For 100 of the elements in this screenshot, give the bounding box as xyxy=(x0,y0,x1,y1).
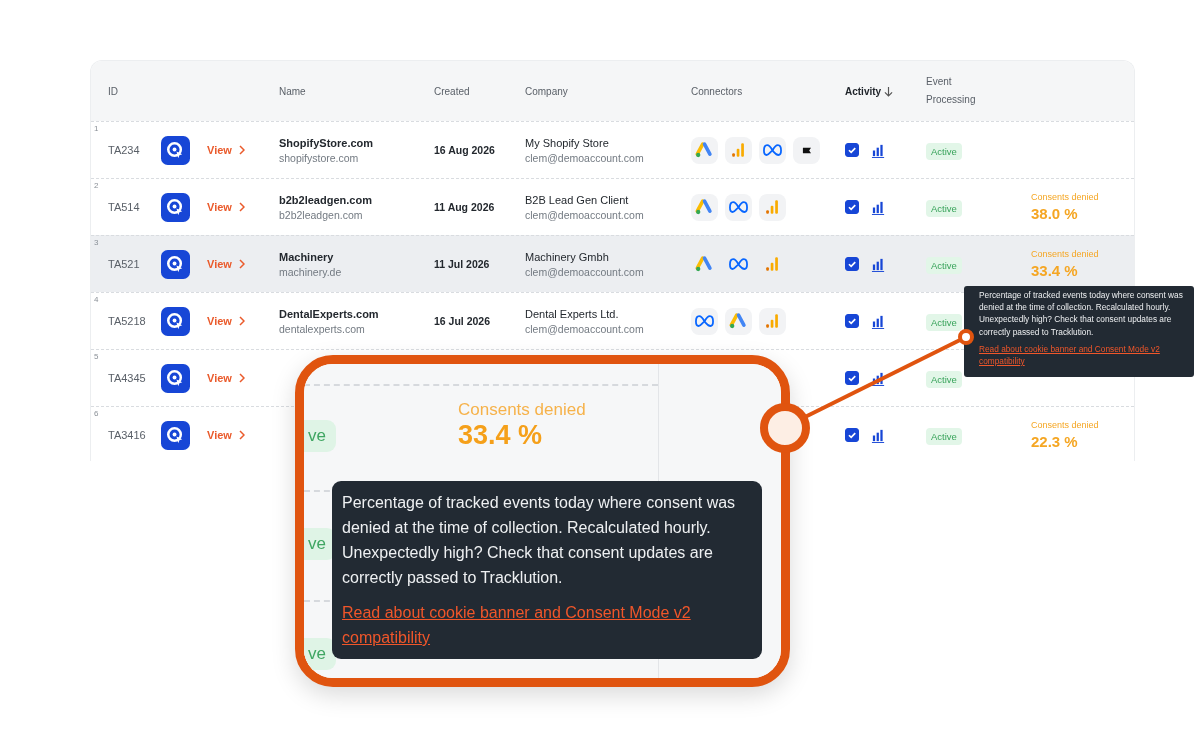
company-email: clem@demoaccount.com xyxy=(525,322,645,335)
app-logo-icon xyxy=(161,135,190,165)
table-cell-text: TA521 xyxy=(108,258,141,270)
consent-label: Consents denied xyxy=(1031,420,1100,430)
checkbox[interactable] xyxy=(845,371,859,385)
app-logo-icon xyxy=(161,420,190,450)
created-date: 11 Jul 2026 xyxy=(434,258,491,270)
site-domain: shopifystore.com xyxy=(279,151,360,164)
status-badge: Active xyxy=(926,313,962,331)
app-logo-icon xyxy=(161,249,190,279)
consent-value: 33.4 % xyxy=(1031,262,1079,279)
consent-value: 38.0 % xyxy=(1031,205,1079,222)
flag-icon xyxy=(793,136,820,164)
chevron-right-icon xyxy=(238,373,245,383)
consent-label: Consents denied xyxy=(1031,192,1100,202)
checkbox[interactable] xyxy=(845,428,859,442)
consent-label: Consents denied xyxy=(1031,249,1100,259)
infinity-logo-icon xyxy=(725,193,752,221)
column-header[interactable]: Activity xyxy=(845,85,882,97)
app-logo-icon xyxy=(161,363,190,393)
view-link[interactable]: View xyxy=(207,372,245,384)
bar-chart-icon[interactable] xyxy=(871,142,886,158)
view-link[interactable]: View xyxy=(207,201,245,213)
column-header: Company xyxy=(525,85,569,97)
app-logo-icon xyxy=(161,192,190,222)
created-date: 11 Aug 2026 xyxy=(434,201,496,213)
view-link[interactable]: View xyxy=(207,258,245,270)
chevron-right-icon xyxy=(238,430,245,440)
app-logo-icon xyxy=(161,306,190,336)
sort-arrow-icon xyxy=(884,85,894,97)
company-email: clem@demoaccount.com xyxy=(525,208,645,221)
ads-logo-icon xyxy=(691,193,718,221)
analytics-bars-icon xyxy=(759,193,786,221)
column-header: Name xyxy=(279,85,307,97)
site-domain: dentalexperts.com xyxy=(279,322,366,335)
infinity-logo-icon xyxy=(691,307,718,335)
checkbox[interactable] xyxy=(845,314,859,328)
column-header: Created xyxy=(434,85,471,97)
company-name: B2B Lead Gen Client xyxy=(525,193,630,206)
created-date: 16 Aug 2026 xyxy=(434,144,496,156)
company-email: clem@demoaccount.com xyxy=(525,265,645,278)
analytics-bars-icon xyxy=(759,307,786,335)
row-number: 4 xyxy=(94,295,99,304)
chevron-right-icon xyxy=(238,145,245,155)
checkbox[interactable] xyxy=(845,257,859,271)
site-name: DentalExperts.com xyxy=(279,307,380,320)
status-badge: ve xyxy=(304,420,336,452)
site-domain: machinery.de xyxy=(279,265,343,278)
status-badge: Active xyxy=(926,142,962,160)
row-number: 5 xyxy=(94,352,99,361)
site-name: Machinery xyxy=(279,250,335,263)
company-name: Machinery Gmbh xyxy=(525,250,610,263)
consent-label: Consents denied xyxy=(458,400,586,420)
chevron-right-icon xyxy=(238,259,245,269)
ads-logo-icon xyxy=(691,136,718,164)
bar-chart-icon[interactable] xyxy=(871,199,886,215)
status-badge: Active xyxy=(926,427,962,445)
view-link[interactable]: View xyxy=(207,144,245,156)
tooltip-text: Percentage of tracked events today where consent was denied at the time of collection. Recalculated hourly. Unexpectedly high? Check that consent updates are correctly passed to Tracklution. xyxy=(342,493,737,588)
view-link[interactable]: View xyxy=(207,429,245,441)
status-badge: Active xyxy=(926,370,962,388)
tooltip-link[interactable]: Read about cookie banner and Consent Mode v2 compatibility xyxy=(979,342,1190,368)
table-cell-text: TA514 xyxy=(108,201,141,213)
status-badge: Active xyxy=(926,256,962,274)
column-header: Connectors xyxy=(691,85,744,97)
site-domain: b2b2leadgen.com xyxy=(279,208,364,221)
table-cell-text: TA234 xyxy=(108,144,141,156)
company-email: clem@demoaccount.com xyxy=(525,151,645,164)
bar-chart-icon[interactable] xyxy=(871,370,886,386)
bar-chart-icon[interactable] xyxy=(871,256,886,272)
checkbox[interactable] xyxy=(845,200,859,214)
bar-chart-icon[interactable] xyxy=(871,313,886,329)
site-name: ShopifyStore.com xyxy=(279,136,375,149)
table-cell-text: TA3416 xyxy=(108,429,147,441)
chevron-right-icon xyxy=(238,202,245,212)
company-name: My Shopify Store xyxy=(525,136,610,149)
ads-logo-icon xyxy=(725,307,752,335)
tooltip-text: Percentage of tracked events today where consent was denied at the time of collection. Recalculated hourly. Unexpectedly high? Check that consent updates are correctly passed to Tracklution. xyxy=(979,289,1184,338)
row-number: 6 xyxy=(94,409,99,418)
checkbox[interactable] xyxy=(845,143,859,157)
row-number: 3 xyxy=(94,238,99,247)
consent-value: 22.3 % xyxy=(1031,433,1079,450)
site-name: b2b2leadgen.com xyxy=(279,193,373,206)
infinity-logo-icon xyxy=(759,136,786,164)
status-badge: Active xyxy=(926,199,962,217)
consent-value: 33.4 % xyxy=(458,420,544,451)
company-name: Dental Experts Ltd. xyxy=(525,307,620,320)
view-link[interactable]: View xyxy=(207,315,245,327)
status-badge: ve xyxy=(304,638,336,670)
row-number: 2 xyxy=(94,181,99,190)
row-number: 1 xyxy=(94,124,99,133)
column-header: ID xyxy=(108,85,119,97)
column-header: Event Processing xyxy=(926,75,977,107)
chevron-right-icon xyxy=(238,316,245,326)
tooltip-link[interactable]: Read about cookie banner and Consent Mode v2 compatibility xyxy=(342,600,752,650)
analytics-bars-icon xyxy=(725,136,752,164)
table-cell-text: TA4345 xyxy=(108,372,147,384)
bar-chart-icon[interactable] xyxy=(871,427,886,443)
created-date: 16 Jul 2026 xyxy=(434,315,492,327)
table-cell-text: TA5218 xyxy=(108,315,147,327)
